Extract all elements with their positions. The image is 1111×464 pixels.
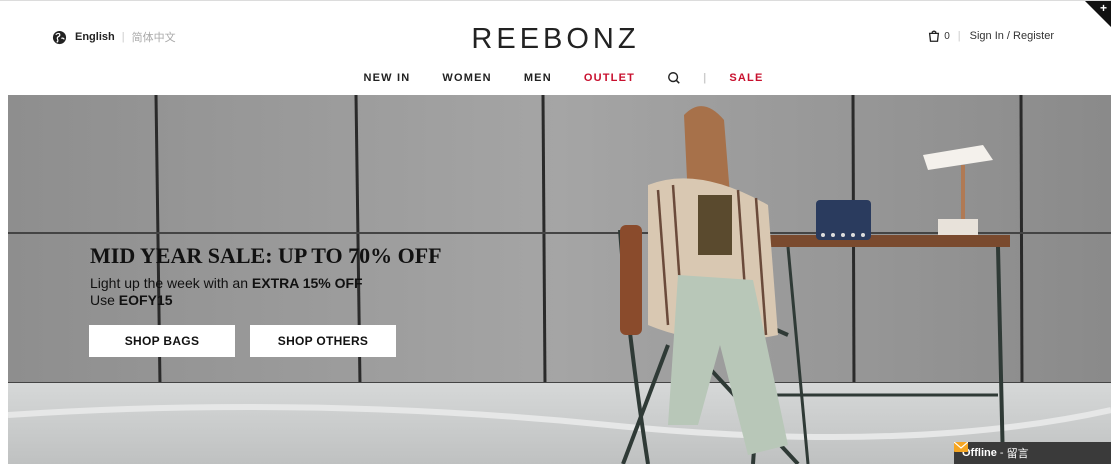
hero-cta-row: SHOP BAGS SHOP OTHERS — [89, 325, 411, 357]
nav-new-in[interactable]: NEW IN — [364, 72, 411, 84]
bag-count[interactable]: 0 — [944, 31, 950, 42]
site-header: English | 简体中文 REEBONZ 0 | Sign In / Reg… — [0, 0, 1111, 96]
hero-copy: MID YEAR SALE: UP TO 70% OFF Light up th… — [90, 243, 442, 309]
nav-separator: | — [703, 72, 708, 84]
account-area: 0 | Sign In / Register — [927, 29, 1054, 43]
chat-label: 留言 — [1006, 448, 1029, 460]
hero-code-prefix: Use — [90, 292, 119, 308]
search-icon[interactable] — [667, 71, 681, 85]
chat-widget[interactable]: Offline - 留言 — [954, 442, 1111, 464]
nav-sale[interactable]: SALE — [729, 72, 763, 84]
signin-register-link[interactable]: Sign In / Register — [970, 30, 1054, 42]
hero-sub-prefix: Light up the week with an — [90, 275, 252, 291]
account-separator: | — [957, 30, 961, 42]
hero-headline: MID YEAR SALE: UP TO 70% OFF — [90, 243, 442, 268]
plus-icon[interactable]: + — [1100, 1, 1107, 15]
mail-icon — [954, 442, 968, 452]
nav-men[interactable]: MEN — [524, 72, 552, 84]
chat-separator: - — [996, 447, 1007, 459]
promo-code: EOFY15 — [118, 292, 173, 308]
hero-banner[interactable]: MID YEAR SALE: UP TO 70% OFF Light up th… — [8, 95, 1111, 464]
nav-women[interactable]: WOMEN — [442, 72, 491, 84]
corner-tab[interactable] — [1085, 1, 1111, 27]
hero-subtext: Light up the week with an EXTRA 15% OFF … — [90, 275, 442, 309]
shop-bags-button[interactable]: SHOP BAGS — [89, 325, 235, 357]
main-nav: NEW IN WOMEN MEN OUTLET | SALE — [0, 71, 1111, 85]
nav-outlet[interactable]: OUTLET — [584, 72, 635, 84]
shopping-bag-icon[interactable] — [927, 29, 941, 43]
shop-others-button[interactable]: SHOP OTHERS — [250, 325, 396, 357]
hero-extra-offer: EXTRA 15% OFF — [251, 275, 363, 291]
